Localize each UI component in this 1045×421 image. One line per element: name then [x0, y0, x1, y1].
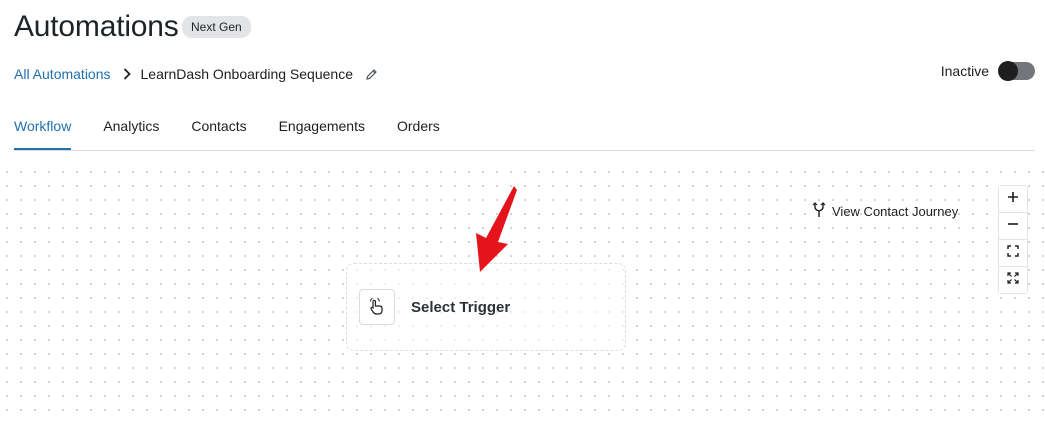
active-toggle[interactable] — [998, 61, 1035, 81]
tab-engagements[interactable]: Engagements — [279, 104, 365, 150]
red-arrow-annotation — [476, 186, 517, 272]
branch-icon — [812, 202, 826, 221]
tab-workflow[interactable]: Workflow — [14, 104, 72, 150]
chevron-right-icon — [123, 68, 131, 80]
version-badge: Next Gen — [182, 16, 251, 38]
fit-view-icon — [1007, 244, 1019, 262]
toggle-knob — [998, 61, 1018, 81]
fullscreen-button[interactable] — [999, 267, 1027, 293]
page-title: Automations — [14, 10, 179, 43]
select-trigger-label: Select Trigger — [411, 298, 511, 316]
zoom-out-button[interactable] — [999, 213, 1027, 240]
breadcrumb-current: LearnDash Onboarding Sequence — [140, 66, 354, 82]
zoom-out-icon — [1007, 217, 1019, 235]
view-contact-journey-label: View Contact Journey — [832, 204, 959, 219]
pencil-edit-icon[interactable] — [365, 68, 378, 81]
pointer-hand-icon — [359, 289, 395, 325]
zoom-in-icon — [1007, 190, 1019, 208]
tab-contacts[interactable]: Contacts — [191, 104, 246, 150]
fit-view-button[interactable] — [999, 240, 1027, 267]
tab-bar: Workflow Analytics Contacts Engagements … — [14, 104, 1035, 151]
zoom-in-button[interactable] — [999, 186, 1027, 213]
breadcrumb-all-automations-link[interactable]: All Automations — [14, 66, 111, 82]
breadcrumb: All Automations LearnDash Onboarding Seq… — [14, 65, 378, 83]
tab-orders[interactable]: Orders — [397, 104, 440, 150]
view-contact-journey-button[interactable]: View Contact Journey — [812, 202, 958, 221]
select-trigger-button[interactable]: Select Trigger — [359, 289, 510, 325]
status-control: Inactive — [940, 61, 1035, 81]
zoom-controls — [998, 185, 1028, 294]
tab-analytics[interactable]: Analytics — [103, 104, 159, 150]
fullscreen-icon — [1007, 271, 1019, 289]
status-label: Inactive — [940, 63, 989, 79]
